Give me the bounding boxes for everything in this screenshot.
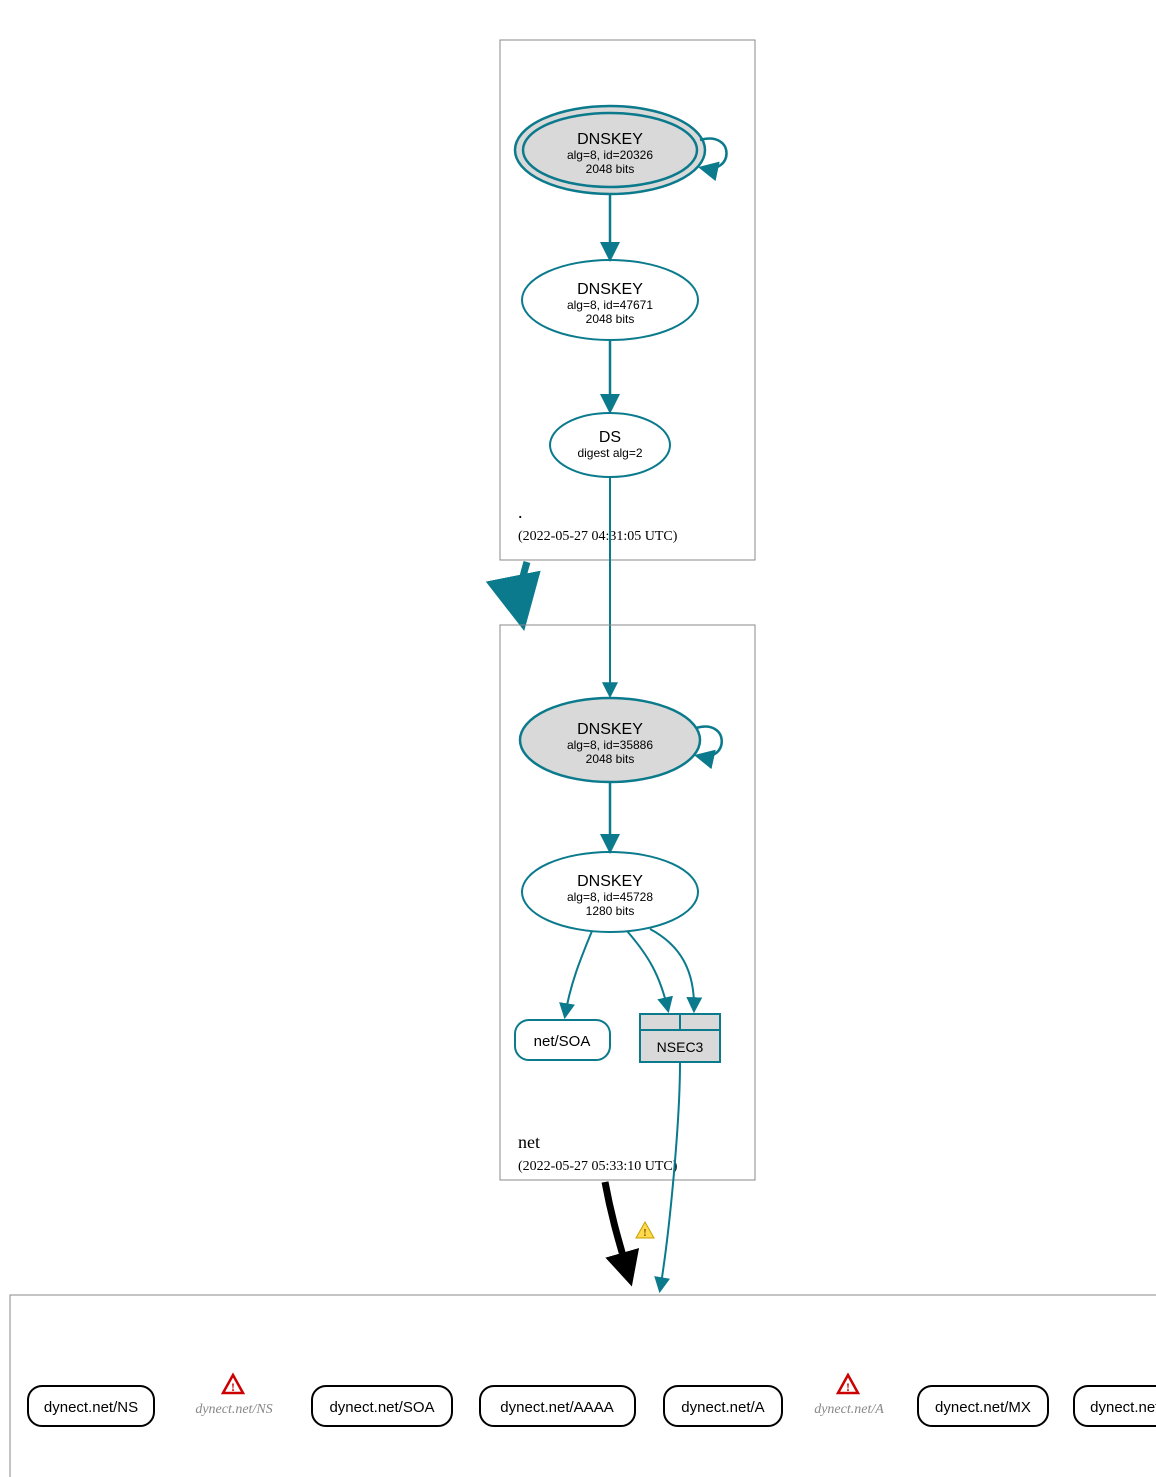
error-icon: !: [223, 1375, 243, 1394]
node-net-soa: net/SOA: [515, 1020, 610, 1060]
edge-root-to-net-delegation: [520, 562, 527, 620]
node-dynect-aaaa: dynect.net/AAAA: [480, 1386, 635, 1426]
svg-text:!: !: [643, 1227, 647, 1239]
dynect-aaaa-label: dynect.net/AAAA: [500, 1399, 613, 1416]
dynect-records-row: dynect.net/NS ! dynect.net/NS dynect.net…: [28, 1375, 1156, 1426]
node-dynect-a-warn: ! dynect.net/A: [814, 1375, 884, 1417]
zone-net: DNSKEY alg=8, id=35886 2048 bits DNSKEY …: [500, 625, 755, 1180]
zone-root: DNSKEY alg=8, id=20326 2048 bits DNSKEY …: [500, 40, 755, 560]
dnssec-diagram: DNSKEY alg=8, id=20326 2048 bits DNSKEY …: [0, 0, 1156, 1477]
edge-net-zsk-to-nsec3-1: [627, 931, 668, 1010]
node-dynect-soa: dynect.net/SOA: [312, 1386, 452, 1426]
root-ksk-line2: alg=8, id=20326: [567, 148, 653, 162]
net-zsk-line2: alg=8, id=45728: [567, 890, 653, 904]
net-zsk-title: DNSKEY: [577, 873, 643, 890]
node-dynect-mx: dynect.net/MX: [918, 1386, 1048, 1426]
zone-net-label: net: [518, 1132, 540, 1152]
node-net-ksk: DNSKEY alg=8, id=35886 2048 bits: [520, 698, 700, 782]
zone-root-timestamp: (2022-05-27 04:31:05 UTC): [518, 529, 678, 544]
zone-dynect: dynect.net/NS ! dynect.net/NS dynect.net…: [10, 1295, 1156, 1477]
dynect-soa-label: dynect.net/SOA: [329, 1399, 434, 1416]
net-soa-label: net/SOA: [534, 1033, 591, 1050]
svg-text:!: !: [846, 1380, 850, 1394]
node-dynect-txt: dynect.net/TXT: [1074, 1386, 1156, 1426]
node-dynect-a: dynect.net/A: [664, 1386, 782, 1426]
root-ds-line2: digest alg=2: [577, 446, 642, 460]
node-root-zsk: DNSKEY alg=8, id=47671 2048 bits: [522, 260, 698, 340]
root-zsk-title: DNSKEY: [577, 281, 643, 298]
edge-net-to-dynect-delegation: [605, 1182, 628, 1273]
edge-nsec3-to-dynect: [660, 1063, 680, 1290]
net-ksk-title: DNSKEY: [577, 721, 643, 738]
root-zsk-line3: 2048 bits: [586, 312, 635, 326]
zone-net-timestamp: (2022-05-27 05:33:10 UTC): [518, 1159, 678, 1174]
net-zsk-line3: 1280 bits: [586, 904, 635, 918]
edge-net-zsk-to-soa: [565, 931, 592, 1016]
net-ksk-line2: alg=8, id=35886: [567, 738, 653, 752]
node-net-zsk: DNSKEY alg=8, id=45728 1280 bits: [522, 852, 698, 932]
node-root-ds: DS digest alg=2: [550, 413, 670, 477]
root-ksk-title: DNSKEY: [577, 131, 643, 148]
root-ksk-line3: 2048 bits: [586, 162, 635, 176]
root-zsk-line2: alg=8, id=47671: [567, 298, 653, 312]
node-dynect-ns: dynect.net/NS: [28, 1386, 154, 1426]
node-root-ksk: DNSKEY alg=8, id=20326 2048 bits: [515, 106, 705, 194]
node-net-nsec3: NSEC3: [640, 1014, 720, 1062]
dynect-ns-warn-label: dynect.net/NS: [195, 1402, 272, 1417]
svg-text:!: !: [231, 1380, 235, 1394]
root-ds-title: DS: [599, 429, 621, 446]
warning-icon-delegation: !: [636, 1222, 654, 1239]
dynect-txt-label: dynect.net/TXT: [1090, 1399, 1156, 1416]
dynect-mx-label: dynect.net/MX: [935, 1399, 1031, 1416]
net-ksk-line3: 2048 bits: [586, 752, 635, 766]
net-nsec3-label: NSEC3: [657, 1039, 704, 1055]
zone-root-label: .: [518, 502, 523, 522]
error-icon: !: [838, 1375, 858, 1394]
dynect-a-warn-label: dynect.net/A: [814, 1402, 884, 1417]
node-dynect-ns-warn: ! dynect.net/NS: [195, 1375, 272, 1417]
dynect-ns-label: dynect.net/NS: [44, 1399, 138, 1416]
edge-net-zsk-to-nsec3-2: [650, 929, 694, 1010]
dynect-a-label: dynect.net/A: [681, 1399, 764, 1416]
